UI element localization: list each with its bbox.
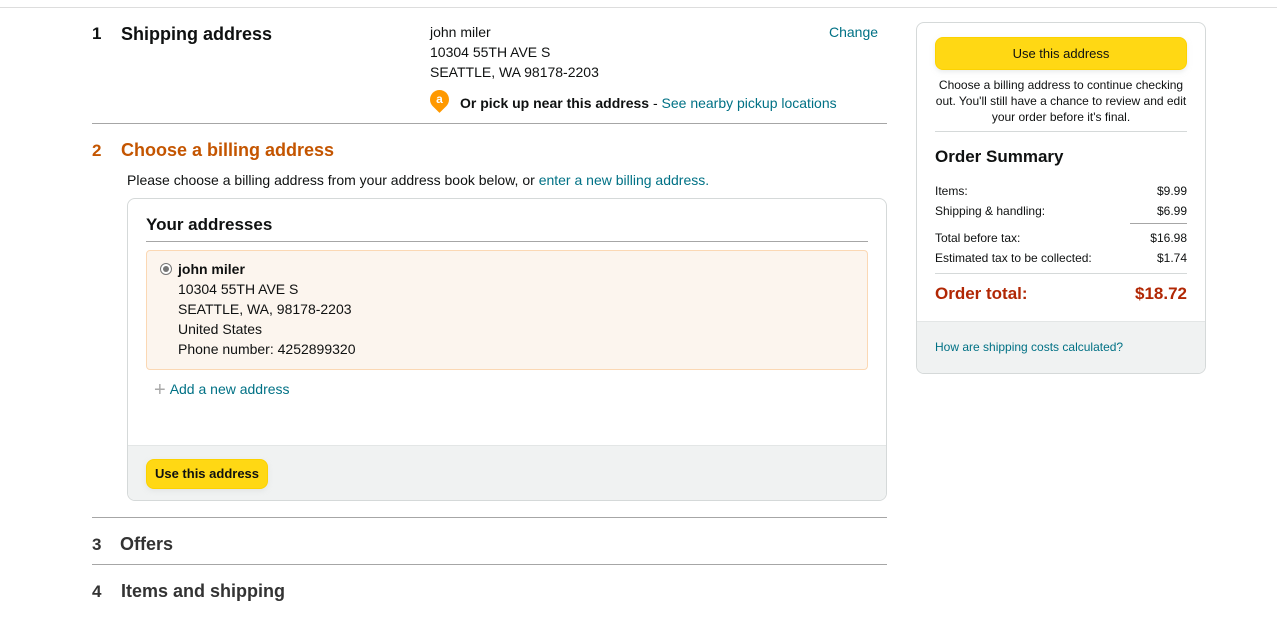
pickup-label: Or pick up near this address [460, 95, 650, 111]
summary-row-shipping: Shipping & handling: $6.99 [935, 204, 1187, 218]
step-3-title: Offers [120, 534, 174, 554]
step-2-number: 2 [92, 141, 102, 160]
pickup-row: Or pick up near this address - See nearb… [460, 95, 837, 111]
step-2-title: Choose a billing address [121, 140, 335, 160]
summary-row-value: $1.74 [1156, 251, 1187, 265]
address-line2: SEATTLE, WA, 98178-2203 [178, 301, 352, 317]
address-name: john miler [178, 261, 245, 277]
order-summary-box: Use this address Choose a billing addres… [916, 22, 1206, 374]
pickup-icon-letter: a [436, 92, 443, 106]
shipping-line2: SEATTLE, WA 98178-2203 [430, 64, 599, 80]
summary-note: Choose a billing address to continue che… [935, 78, 1187, 124]
billing-intro: Please choose a billing address from you… [127, 172, 709, 188]
order-total-row: Order total: $18.72 [935, 284, 1187, 304]
address-country: United States [178, 321, 263, 337]
summary-row-value: $16.98 [1150, 231, 1187, 245]
shipping-line1: 10304 55TH AVE S [430, 44, 551, 60]
order-total-label: Order total: [935, 284, 1028, 303]
summary-footer: How are shipping costs calculated? [917, 321, 1205, 373]
section-divider-2 [92, 517, 887, 518]
change-shipping-link[interactable]: Change [829, 24, 878, 40]
step-4-number: 4 [92, 582, 102, 601]
order-total-value: $18.72 [1135, 284, 1187, 303]
add-new-address-link[interactable]: Add a new address [170, 381, 290, 397]
panel-footer: Use this address [128, 445, 886, 500]
summary-row-value: $9.99 [1156, 184, 1187, 198]
plus-icon: + [154, 379, 166, 401]
section-divider-3 [92, 564, 887, 565]
section-divider-1 [92, 123, 887, 124]
enter-new-billing-link[interactable]: enter a new billing address. [539, 172, 709, 188]
summary-row-items: Items: $9.99 [935, 184, 1187, 198]
nearby-pickup-link[interactable]: See nearby pickup locations [662, 95, 837, 111]
shipping-name: john miler [430, 24, 491, 40]
summary-row-before-tax: Total before tax: $16.98 [935, 231, 1187, 245]
top-divider [0, 7, 1277, 8]
step-1-number: 1 [92, 24, 102, 43]
billing-intro-text: Please choose a billing address from you… [127, 172, 539, 188]
summary-row-label: Estimated tax to be collected: [935, 251, 1092, 265]
pickup-location-icon: a [426, 86, 453, 113]
step-4-title: Items and shipping [121, 581, 286, 601]
use-this-address-button[interactable]: Use this address [146, 459, 268, 489]
your-addresses-title: Your addresses [146, 215, 273, 234]
subtotal-rule [1130, 223, 1187, 224]
summary-row-tax: Estimated tax to be collected: $1.74 [935, 251, 1187, 265]
order-summary-title: Order Summary [935, 147, 1064, 166]
summary-row-label: Shipping & handling: [935, 204, 1046, 218]
step-1-title: Shipping address [121, 24, 273, 44]
panel-divider [146, 241, 868, 242]
summary-divider [935, 131, 1187, 132]
address-option[interactable]: john miler 10304 55TH AVE S SEATTLE, WA,… [146, 250, 868, 370]
total-divider [935, 273, 1187, 274]
summary-use-this-address-button[interactable]: Use this address [935, 37, 1187, 70]
address-line1: 10304 55TH AVE S [178, 281, 299, 297]
pickup-separator: - [649, 95, 662, 111]
add-new-address[interactable]: + Add a new address [154, 379, 290, 402]
summary-row-value: $6.99 [1156, 204, 1187, 218]
address-radio[interactable] [160, 263, 172, 275]
addresses-panel: Your addresses john miler 10304 55TH AVE… [127, 198, 887, 501]
step-3-number: 3 [92, 535, 102, 554]
shipping-costs-link[interactable]: How are shipping costs calculated? [935, 340, 1123, 354]
address-phone: Phone number: 4252899320 [178, 341, 356, 357]
summary-row-label: Total before tax: [935, 231, 1021, 245]
summary-row-label: Items: [935, 184, 968, 198]
